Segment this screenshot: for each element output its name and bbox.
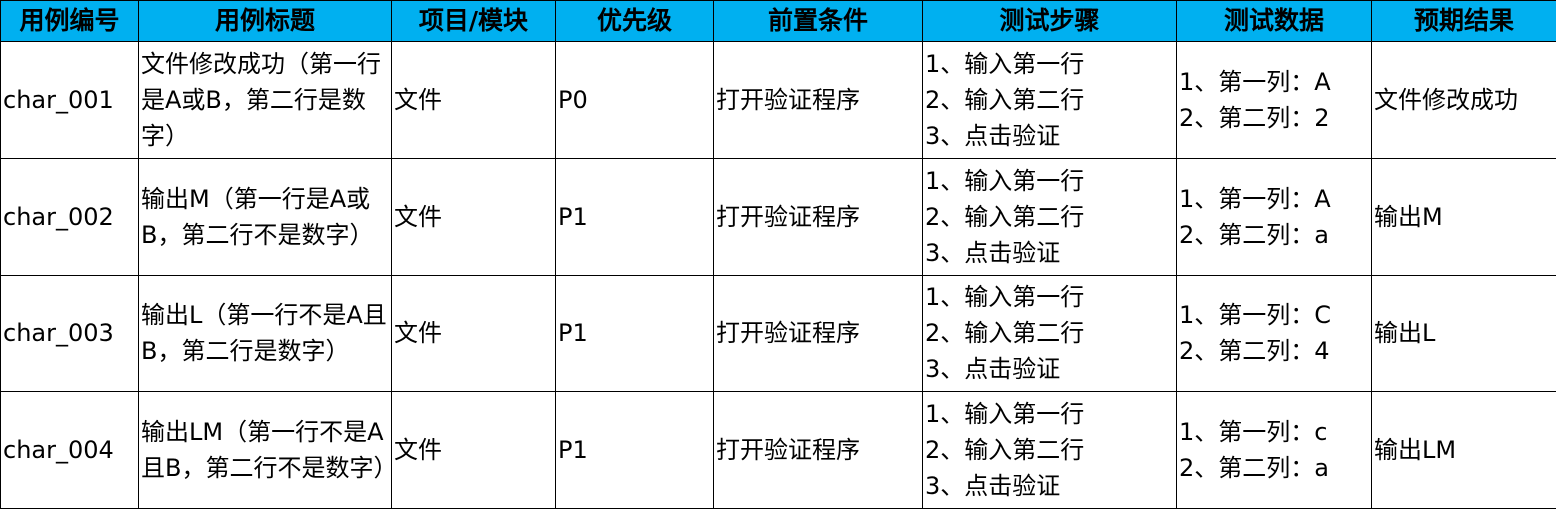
step-line: 2、输入第二行 [925, 319, 1085, 348]
cell-module[interactable]: 文件 [391, 157, 556, 276]
data-line: 2、第二列：4 [1179, 337, 1330, 366]
cell-test-steps[interactable]: 1、输入第一行 2、输入第二行 3、点击验证 [922, 157, 1177, 276]
table-row: char_004 输出LM（第一行不是A且B，第二行不是数字） 文件 P1 打开… [0, 391, 1556, 509]
header-row: 用例编号 用例标题 项目/模块 优先级 前置条件 测试步骤 测试数据 预期结果 [0, 0, 1556, 42]
cell-module[interactable]: 文件 [391, 391, 556, 509]
step-line: 2、输入第二行 [925, 202, 1085, 231]
cell-case-id[interactable]: char_001 [0, 41, 139, 159]
cell-test-steps[interactable]: 1、输入第一行 2、输入第二行 3、点击验证 [922, 41, 1177, 159]
header-case-id[interactable]: 用例编号 [0, 0, 139, 42]
test-case-table: 用例编号 用例标题 项目/模块 优先级 前置条件 测试步骤 测试数据 预期结果 … [0, 0, 1556, 509]
data-line: 2、第二列：a [1179, 220, 1329, 249]
cell-module[interactable]: 文件 [391, 274, 556, 393]
data-line: 1、第一列：c [1179, 418, 1328, 447]
data-line: 1、第一列：A [1179, 67, 1331, 96]
cell-precondition[interactable]: 打开验证程序 [713, 157, 923, 276]
step-line: 3、点击验证 [925, 238, 1061, 267]
cell-expected-result[interactable]: 文件修改成功 [1371, 41, 1556, 159]
cell-test-data[interactable]: 1、第一列：c 2、第二列：a [1176, 391, 1372, 509]
cell-case-title[interactable]: 文件修改成功（第一行是A或B，第二行是数字） [138, 41, 392, 159]
cell-precondition[interactable]: 打开验证程序 [713, 391, 923, 509]
data-line: 1、第一列：A [1179, 184, 1331, 213]
step-line: 2、输入第二行 [925, 85, 1085, 114]
cell-expected-result[interactable]: 输出L [1371, 274, 1556, 393]
cell-expected-result[interactable]: 输出M [1371, 157, 1556, 276]
header-priority[interactable]: 优先级 [555, 0, 714, 42]
cell-precondition[interactable]: 打开验证程序 [713, 274, 923, 393]
step-line: 3、点击验证 [925, 472, 1061, 501]
header-test-steps[interactable]: 测试步骤 [922, 0, 1177, 42]
header-expected-result[interactable]: 预期结果 [1371, 0, 1556, 42]
cell-priority[interactable]: P1 [555, 157, 714, 276]
cell-priority[interactable]: P1 [555, 274, 714, 393]
header-module[interactable]: 项目/模块 [391, 0, 556, 42]
cell-case-id[interactable]: char_004 [0, 391, 139, 509]
step-line: 3、点击验证 [925, 121, 1061, 150]
step-line: 1、输入第一行 [925, 49, 1085, 78]
cell-case-title[interactable]: 输出LM（第一行不是A且B，第二行不是数字） [138, 391, 392, 509]
step-line: 1、输入第一行 [925, 400, 1085, 429]
table-row: char_002 输出M（第一行是A或B，第二行不是数字） 文件 P1 打开验证… [0, 157, 1556, 276]
data-line: 2、第二列：a [1179, 454, 1329, 483]
cell-case-title[interactable]: 输出M（第一行是A或B，第二行不是数字） [138, 157, 392, 276]
cell-case-id[interactable]: char_002 [0, 157, 139, 276]
step-line: 1、输入第一行 [925, 283, 1085, 312]
cell-case-title[interactable]: 输出L（第一行不是A且B，第二行是数字） [138, 274, 392, 393]
header-case-title[interactable]: 用例标题 [138, 0, 392, 42]
cell-test-steps[interactable]: 1、输入第一行 2、输入第二行 3、点击验证 [922, 391, 1177, 509]
header-test-data[interactable]: 测试数据 [1176, 0, 1372, 42]
cell-priority[interactable]: P0 [555, 41, 714, 159]
cell-module[interactable]: 文件 [391, 41, 556, 159]
header-precondition[interactable]: 前置条件 [713, 0, 923, 42]
cell-precondition[interactable]: 打开验证程序 [713, 41, 923, 159]
cell-test-data[interactable]: 1、第一列：A 2、第二列：2 [1176, 41, 1372, 159]
cell-expected-result[interactable]: 输出LM [1371, 391, 1556, 509]
table-row: char_003 输出L（第一行不是A且B，第二行是数字） 文件 P1 打开验证… [0, 274, 1556, 393]
step-line: 1、输入第一行 [925, 166, 1085, 195]
cell-priority[interactable]: P1 [555, 391, 714, 509]
step-line: 2、输入第二行 [925, 436, 1085, 465]
cell-case-id[interactable]: char_003 [0, 274, 139, 393]
cell-test-data[interactable]: 1、第一列：A 2、第二列：a [1176, 157, 1372, 276]
cell-test-data[interactable]: 1、第一列：C 2、第二列：4 [1176, 274, 1372, 393]
cell-test-steps[interactable]: 1、输入第一行 2、输入第二行 3、点击验证 [922, 274, 1177, 393]
data-line: 1、第一列：C [1179, 301, 1332, 330]
step-line: 3、点击验证 [925, 355, 1061, 384]
table-row: char_001 文件修改成功（第一行是A或B，第二行是数字） 文件 P0 打开… [0, 41, 1556, 159]
data-line: 2、第二列：2 [1179, 103, 1330, 132]
